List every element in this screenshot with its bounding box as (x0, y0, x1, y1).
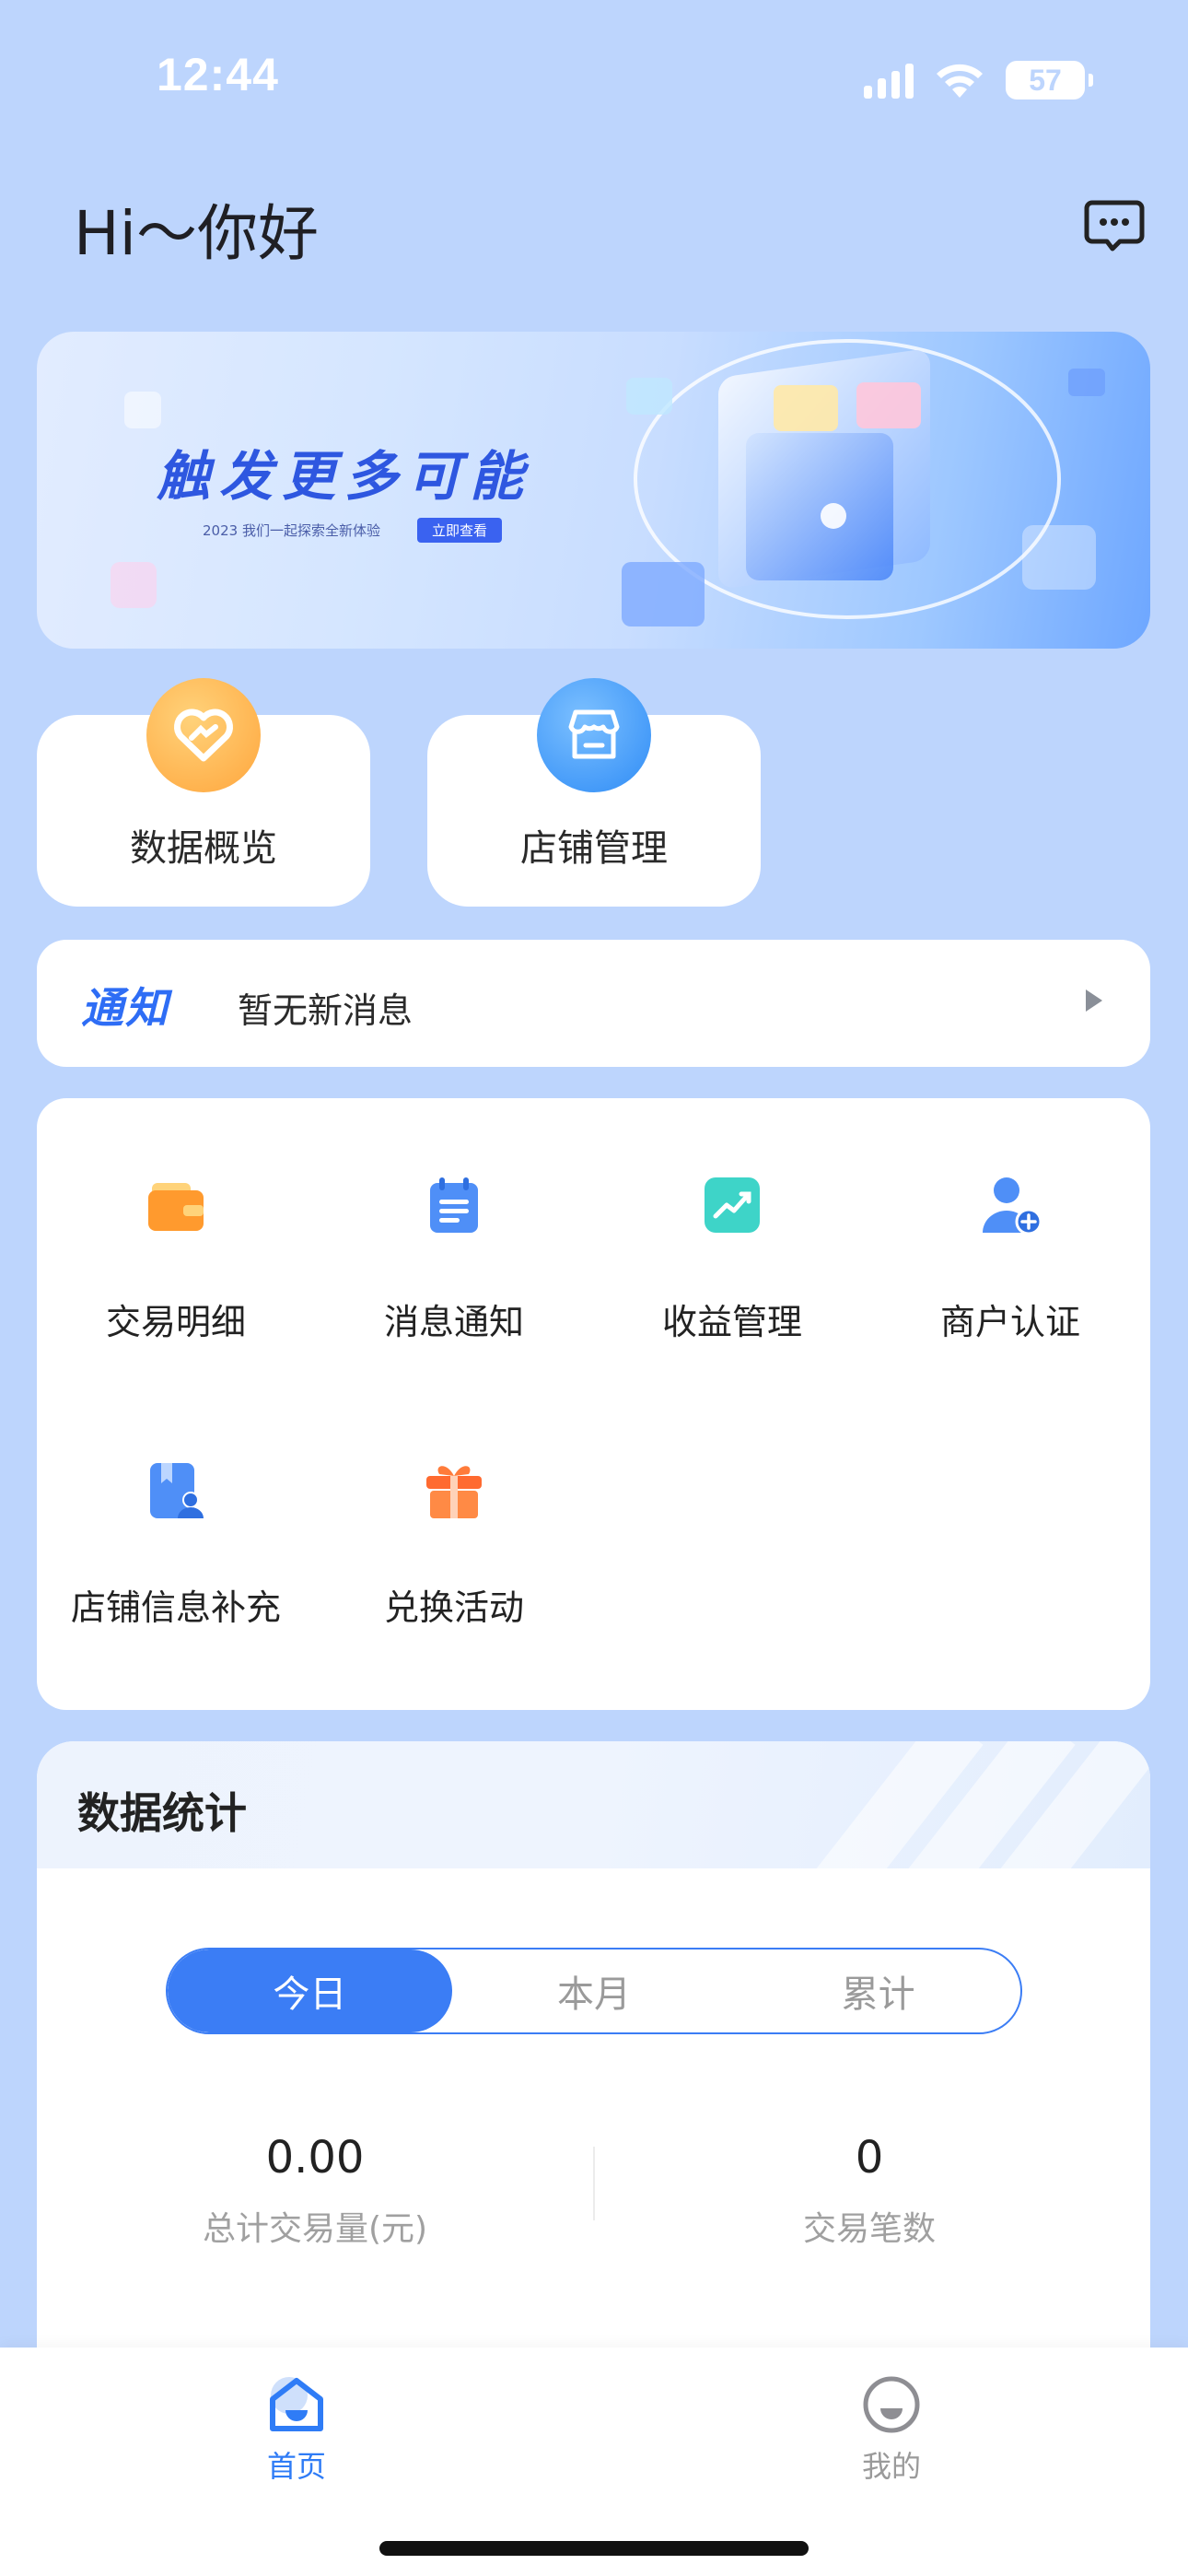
gift-icon (426, 1466, 482, 1518)
feature-label: 商户认证 (939, 1302, 1080, 1342)
heart-data-icon (146, 678, 261, 792)
store-icon (537, 678, 651, 792)
feature-redeem-activity[interactable]: 兑换活动 (315, 1384, 593, 1628)
tab-cumulative[interactable]: 累计 (736, 1950, 1020, 2032)
wifi-icon (937, 64, 983, 98)
status-time: 12:44 (157, 49, 279, 100)
banner-title: 触发更多可能 (157, 445, 533, 508)
banner-subtitle-row: 2023 我们一起探索全新体验 立即查看 (203, 516, 589, 544)
home-icon (270, 2377, 323, 2431)
tab-mine[interactable]: 我的 (799, 2373, 984, 2512)
stats-title: 数据统计 (77, 1788, 247, 1838)
period-segmented-control: 今日 本月 累计 (166, 1948, 1022, 2034)
feature-label: 兑换活动 (383, 1587, 524, 1628)
status-indicators: 57 (864, 57, 1093, 103)
feature-message-notification[interactable]: 消息通知 (315, 1098, 593, 1342)
promo-banner[interactable]: 触发更多可能 2023 我们一起探索全新体验 立即查看 (37, 332, 1150, 649)
feature-label: 收益管理 (661, 1302, 802, 1342)
shortcut-label: 店铺管理 (520, 827, 668, 870)
trade-count-value: 0 (855, 2132, 884, 2184)
trend-chart-icon (705, 1177, 760, 1233)
tab-this-month[interactable]: 本月 (452, 1950, 737, 2032)
tab-label: 首页 (266, 2449, 326, 2484)
feature-grid: 交易明细 消息通知 收益管理 商户认证 店铺信息补充 兑换活动 (37, 1098, 1150, 1710)
home-indicator (379, 2541, 809, 2556)
notice-bar[interactable]: 通知 暂无新消息 (37, 940, 1150, 1067)
feature-label: 店铺信息补充 (70, 1587, 281, 1628)
profile-book-icon (150, 1463, 204, 1518)
tab-label: 我的 (861, 2449, 921, 2484)
notice-text: 暂无新消息 (238, 990, 413, 1031)
trade-count-label: 交易笔数 (802, 2210, 936, 2248)
tab-home[interactable]: 首页 (204, 2373, 389, 2512)
feature-label: 交易明细 (105, 1302, 246, 1342)
cellular-signal-icon (864, 62, 914, 99)
shortcut-store-management[interactable]: 店铺管理 (427, 678, 761, 907)
banner-subtitle: 2023 我们一起探索全新体验 (203, 521, 380, 539)
stats-header: 数据统计 (37, 1741, 1150, 1920)
stats-divider (593, 2147, 595, 2220)
greeting-title: Hi～你好 (74, 198, 319, 269)
tab-today[interactable]: 今日 (168, 1950, 452, 2032)
message-button[interactable] (1083, 193, 1146, 256)
total-amount-label: 总计交易量(元) (202, 2210, 428, 2248)
shortcut-label: 数据概览 (130, 827, 277, 870)
banner-cta-button[interactable]: 立即查看 (416, 517, 502, 543)
wallet-icon (148, 1183, 204, 1231)
notice-tag: 通知 (81, 983, 169, 1033)
feature-label: 消息通知 (383, 1302, 524, 1342)
profile-face-icon (863, 2376, 920, 2433)
feature-transaction-details[interactable]: 交易明细 (37, 1098, 315, 1342)
data-stats-card: 数据统计 今日 本月 累计 0.00 总计交易量(元) 0 交易笔数 (37, 1741, 1150, 2423)
arrow-right-icon (1086, 989, 1102, 1012)
feature-merchant-certification[interactable]: 商户认证 (871, 1098, 1149, 1342)
user-add-icon (983, 1177, 1042, 1235)
shortcut-data-overview[interactable]: 数据概览 (37, 678, 370, 907)
chat-bubble-icon (1084, 200, 1145, 252)
total-amount-value: 0.00 (265, 2132, 365, 2184)
calendar-list-icon (430, 1177, 478, 1233)
feature-store-info-supplement[interactable]: 店铺信息补充 (37, 1384, 315, 1628)
feature-revenue-management[interactable]: 收益管理 (593, 1098, 871, 1342)
battery-icon: 57 (1006, 61, 1093, 100)
